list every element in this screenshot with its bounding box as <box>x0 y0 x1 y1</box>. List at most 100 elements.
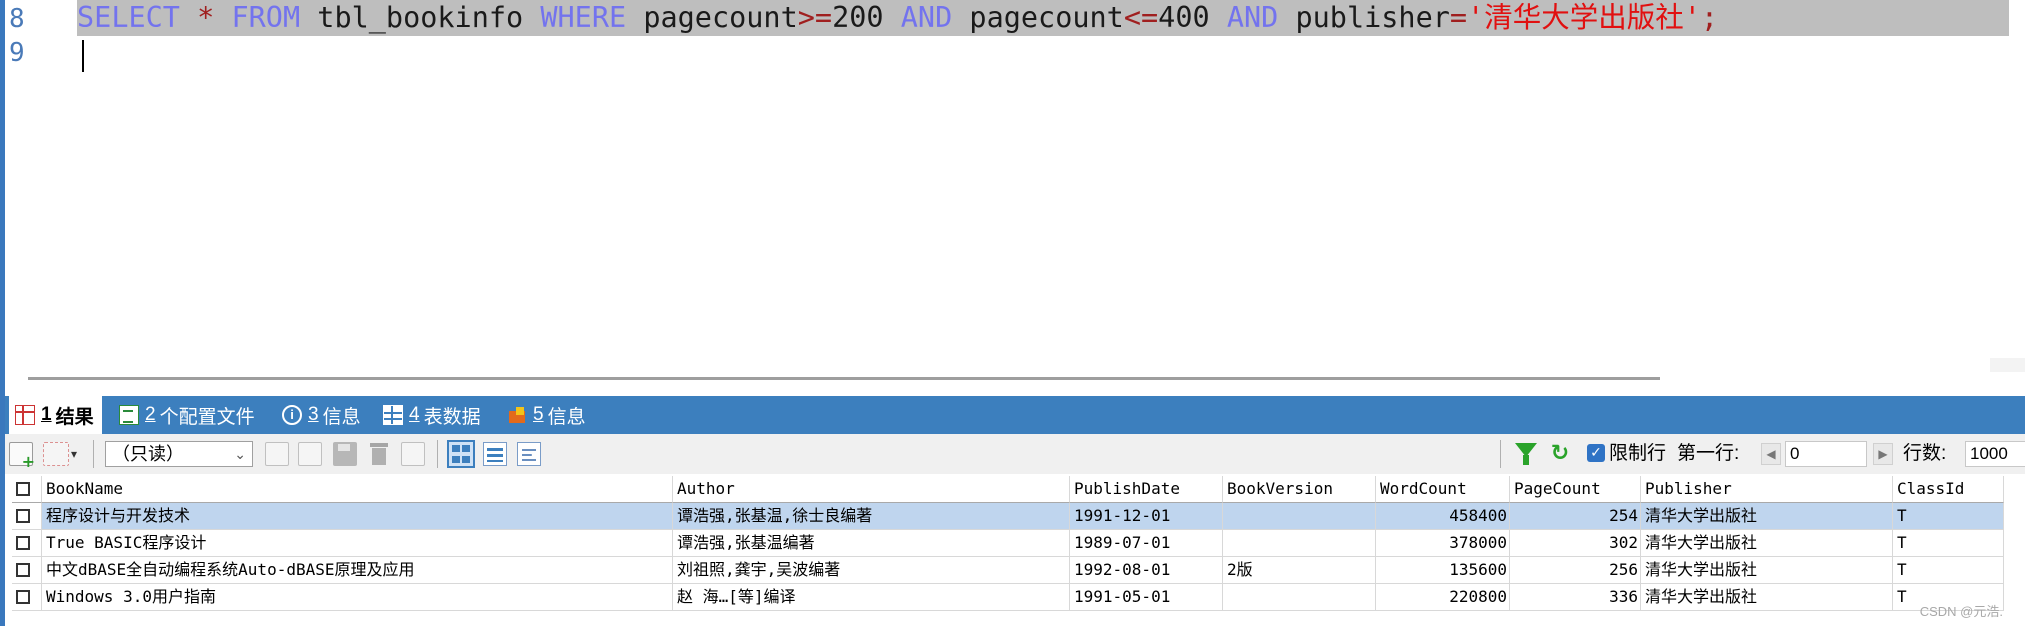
cell-pagecount[interactable]: 256 <box>1510 557 1641 584</box>
cell-pagecount[interactable]: 254 <box>1510 503 1641 530</box>
cell-bookversion[interactable] <box>1223 530 1376 557</box>
cell-wordcount[interactable]: 458400 <box>1376 503 1510 530</box>
sql-column: pagecount <box>643 1 798 34</box>
cell-author[interactable]: 谭浩强,张基温,徐士良编著 <box>673 503 1070 530</box>
table-row[interactable]: 中文dBASE全自动编程系统Auto-dBASE原理及应用 刘祖照,龚宇,吴波编… <box>12 557 2004 584</box>
table-row[interactable]: True BASIC程序设计 谭浩强,张基温编著 1989-07-01 3780… <box>12 530 2004 557</box>
sql-column: publisher <box>1295 1 1450 34</box>
cell-wordcount[interactable]: 135600 <box>1376 557 1510 584</box>
next-page-icon[interactable]: ▶ <box>1873 443 1893 465</box>
sql-operator: >= <box>797 1 833 34</box>
cell-publishdate[interactable]: 1989-07-01 <box>1070 530 1223 557</box>
tab-number: 3 <box>308 404 319 425</box>
table-icon <box>383 405 403 425</box>
cell-author[interactable]: 刘祖照,龚宇,吴波编著 <box>673 557 1070 584</box>
tab-number: 2 <box>145 404 156 425</box>
cell-bookversion[interactable] <box>1223 584 1376 611</box>
row-count-input[interactable]: 1000 <box>1965 441 2025 467</box>
tab-number: 1 <box>41 404 52 425</box>
text-view-glyph <box>522 447 536 461</box>
table-row[interactable]: 程序设计与开发技术 谭浩强,张基温,徐士良编著 1991-12-01 45840… <box>12 503 2004 530</box>
tab-number: 5 <box>533 404 544 425</box>
cell-bookversion[interactable]: 2版 <box>1223 557 1376 584</box>
first-row-input[interactable]: 0 <box>1785 441 1867 467</box>
cell-pagecount[interactable]: 302 <box>1510 530 1641 557</box>
line-number-gutter: 8 9 <box>5 0 67 372</box>
refresh-rows-icon[interactable] <box>401 442 425 466</box>
cell-author[interactable]: 赵 海…[等]编译 <box>673 584 1070 611</box>
cell-author[interactable]: 谭浩强,张基温编著 <box>673 530 1070 557</box>
row-checkbox[interactable] <box>16 590 30 604</box>
grid-view-icon[interactable] <box>447 440 475 468</box>
insert-row-icon[interactable] <box>265 442 289 466</box>
cell-bookname[interactable]: Windows 3.0用户指南 <box>42 584 673 611</box>
export-icon[interactable] <box>9 442 35 471</box>
duplicate-row-icon[interactable] <box>298 442 322 466</box>
profile-icon <box>119 405 139 425</box>
column-header[interactable]: BookName <box>42 476 673 503</box>
chevron-down-icon[interactable]: ▾ <box>71 442 85 466</box>
cell-classid[interactable]: T <box>1893 503 2004 530</box>
row-checkbox[interactable] <box>16 509 30 523</box>
table-row[interactable]: Windows 3.0用户指南 赵 海…[等]编译 1991-05-01 220… <box>12 584 2004 611</box>
editor-horizontal-scrollbar[interactable] <box>28 377 1660 380</box>
row-count-label: 行数: <box>1903 443 1947 464</box>
grid-header-row: BookName Author PublishDate BookVersion … <box>12 476 2004 503</box>
delete-icon[interactable] <box>367 442 391 466</box>
tab-messages[interactable]: 5 信息 <box>509 396 586 434</box>
column-header[interactable]: PageCount <box>1510 476 1641 503</box>
results-toolbar: ▾ （只读） ⌄ ↻ ✓ 限制行 第一行: ◀ 0 ▶ 行数: 1000 <box>5 434 2025 474</box>
row-checkbox-cell[interactable] <box>12 557 42 584</box>
column-header[interactable]: Publisher <box>1641 476 1893 503</box>
cell-bookname[interactable]: 中文dBASE全自动编程系统Auto-dBASE原理及应用 <box>42 557 673 584</box>
cell-wordcount[interactable]: 220800 <box>1376 584 1510 611</box>
column-header[interactable]: WordCount <box>1376 476 1510 503</box>
row-checkbox[interactable] <box>16 536 30 550</box>
tab-profiles[interactable]: 2 个配置文件 <box>119 396 255 434</box>
column-header[interactable]: ClassId <box>1893 476 2004 503</box>
row-checkbox-cell[interactable] <box>12 530 42 557</box>
cell-classid[interactable]: T <box>1893 557 2004 584</box>
text-view-icon[interactable] <box>517 442 541 466</box>
select-all-checkbox[interactable] <box>16 482 30 496</box>
sql-number: 200 <box>832 1 884 34</box>
column-header[interactable]: Author <box>673 476 1070 503</box>
save-icon[interactable] <box>333 442 357 466</box>
tab-label: 信息 <box>547 406 586 428</box>
tab-table-data[interactable]: 4 表数据 <box>383 396 481 434</box>
sql-editor[interactable]: 8 9 SELECT * FROM tbl_bookinfo WHERE pag… <box>5 0 2025 372</box>
result-tabs-bar: 1 结果 2 个配置文件 i 3 信息 4 表数据 5 信息 <box>5 396 2025 434</box>
cell-publishdate[interactable]: 1991-12-01 <box>1070 503 1223 530</box>
cell-bookversion[interactable] <box>1223 503 1376 530</box>
grid-icon <box>15 405 35 425</box>
sql-line-selected[interactable]: SELECT * FROM tbl_bookinfo WHERE pagecou… <box>77 0 2009 36</box>
row-checkbox-cell[interactable] <box>12 503 42 530</box>
cell-publishdate[interactable]: 1991-05-01 <box>1070 584 1223 611</box>
limit-rows-checkbox[interactable]: ✓ <box>1587 444 1605 462</box>
cell-pagecount[interactable]: 336 <box>1510 584 1641 611</box>
result-mode-select[interactable]: （只读） ⌄ <box>105 441 253 467</box>
copy-rows-icon[interactable] <box>43 442 69 466</box>
form-view-icon[interactable] <box>483 442 507 466</box>
refresh-icon[interactable]: ↻ <box>1549 443 1571 465</box>
cell-bookname[interactable]: True BASIC程序设计 <box>42 530 673 557</box>
select-all-checkbox-cell[interactable] <box>12 476 42 503</box>
cell-publisher[interactable]: 清华大学出版社 <box>1641 557 1893 584</box>
column-header[interactable]: PublishDate <box>1070 476 1223 503</box>
cell-classid[interactable]: T <box>1893 530 2004 557</box>
cell-publisher[interactable]: 清华大学出版社 <box>1641 530 1893 557</box>
filter-icon[interactable] <box>1515 443 1537 465</box>
sql-operator: = <box>1449 1 1468 34</box>
tab-info[interactable]: i 3 信息 <box>282 396 361 434</box>
cell-publisher[interactable]: 清华大学出版社 <box>1641 584 1893 611</box>
cell-publishdate[interactable]: 1992-08-01 <box>1070 557 1223 584</box>
row-checkbox-cell[interactable] <box>12 584 42 611</box>
tab-results[interactable]: 1 结果 <box>9 396 102 434</box>
tab-label: 表数据 <box>423 406 481 428</box>
column-header[interactable]: BookVersion <box>1223 476 1376 503</box>
cell-publisher[interactable]: 清华大学出版社 <box>1641 503 1893 530</box>
prev-page-icon[interactable]: ◀ <box>1761 443 1781 465</box>
cell-bookname[interactable]: 程序设计与开发技术 <box>42 503 673 530</box>
cell-wordcount[interactable]: 378000 <box>1376 530 1510 557</box>
row-checkbox[interactable] <box>16 563 30 577</box>
